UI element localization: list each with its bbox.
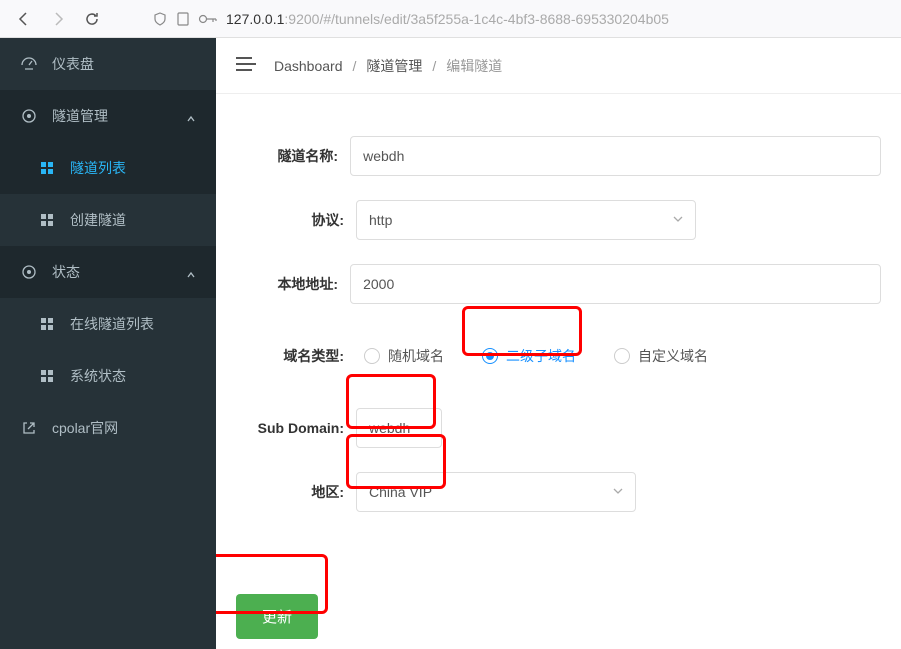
chevron-up-icon [186,111,196,121]
label-sub-domain: Sub Domain: [236,420,356,436]
form-row-submit: 更新 [236,584,881,648]
breadcrumb: Dashboard / 隧道管理 / 编辑隧道 [274,56,502,76]
sidebar-item-online-tunnels[interactable]: 在线隧道列表 [0,298,216,350]
forward-icon [50,11,66,27]
refresh-icon [84,11,100,27]
breadcrumb-sep: / [353,58,357,74]
sidebar-item-create-tunnel[interactable]: 创建隧道 [0,194,216,246]
breadcrumb-link[interactable]: 隧道管理 [366,56,422,76]
input-local-addr[interactable] [350,264,881,304]
form-row-sub-domain: Sub Domain: [236,396,881,460]
browser-toolbar: 127.0.0.1:9200/#/tunnels/edit/3a5f255a-1… [0,0,901,38]
radio-label: 二级子域名 [506,346,576,366]
sidebar-label: cpolar官网 [52,418,196,438]
radio-random-domain[interactable]: 随机域名 [364,346,444,366]
label-region: 地区: [236,482,356,502]
sidebar-label: 隧道管理 [52,106,172,126]
grid-icon [38,315,56,333]
form-row-protocol: 协议: [236,188,881,252]
shield-icon [152,11,168,27]
refresh-button[interactable] [78,5,106,33]
external-link-icon [20,419,38,437]
select-region[interactable] [356,472,636,512]
forward-button[interactable] [44,5,72,33]
dashboard-icon [20,55,38,73]
sidebar-item-status[interactable]: 状态 [0,246,216,298]
sidebar-item-tunnel-mgmt[interactable]: 隧道管理 [0,90,216,142]
radio-label: 随机域名 [388,346,444,366]
sidebar: 仪表盘 隧道管理 隧道列表 创建隧道 状态 [0,38,216,649]
key-icon [198,12,218,26]
radio-label: 自定义域名 [638,346,708,366]
input-tunnel-name[interactable] [350,136,881,176]
breadcrumb-sep: / [432,58,436,74]
grid-icon [38,367,56,385]
sidebar-label: 系统状态 [70,366,196,386]
sidebar-label: 状态 [52,262,172,282]
label-tunnel-name: 隧道名称: [236,146,350,166]
sidebar-label: 仪表盘 [52,54,196,74]
label-domain-type: 域名类型: [236,346,356,366]
sidebar-item-dashboard[interactable]: 仪表盘 [0,38,216,90]
target-icon [20,107,38,125]
sidebar-label: 隧道列表 [70,158,196,178]
form-row-tunnel-name: 隧道名称: [236,124,881,188]
chevron-up-icon [186,267,196,277]
form-row-local-addr: 本地地址: [236,252,881,316]
topbar: Dashboard / 隧道管理 / 编辑隧道 [216,38,901,94]
form-row-domain-type: 域名类型: 随机域名 二级子域名 自定义域名 [236,316,881,396]
label-local-addr: 本地地址: [236,274,350,294]
back-button[interactable] [10,5,38,33]
radio-subdomain[interactable]: 二级子域名 [482,346,576,366]
sidebar-item-cpolar-site[interactable]: cpolar官网 [0,402,216,454]
grid-icon [38,159,56,177]
label-protocol: 协议: [236,210,356,230]
radio-custom-domain[interactable]: 自定义域名 [614,346,708,366]
url-text: 127.0.0.1:9200/#/tunnels/edit/3a5f255a-1… [226,11,669,27]
page-icon [176,12,190,26]
form-row-region: 地区: [236,460,881,524]
sidebar-item-system-status[interactable]: 系统状态 [0,350,216,402]
input-sub-domain[interactable] [356,408,442,448]
menu-toggle-icon[interactable] [236,56,256,75]
breadcrumb-link[interactable]: Dashboard [274,58,343,74]
radio-group-domain-type: 随机域名 二级子域名 自定义域名 [356,346,708,366]
sidebar-item-tunnel-list[interactable]: 隧道列表 [0,142,216,194]
select-protocol[interactable] [356,200,696,240]
grid-icon [38,211,56,229]
sidebar-label: 在线隧道列表 [70,314,196,334]
main-content: Dashboard / 隧道管理 / 编辑隧道 隧道名称: 协议: [216,38,901,649]
update-button[interactable]: 更新 [236,594,318,639]
back-icon [16,11,32,27]
url-bar[interactable]: 127.0.0.1:9200/#/tunnels/edit/3a5f255a-1… [152,11,891,27]
sidebar-label: 创建隧道 [70,210,196,230]
form: 隧道名称: 协议: 本地地址: 域名类型: [216,94,901,649]
target-icon [20,263,38,281]
breadcrumb-current: 编辑隧道 [446,56,502,76]
